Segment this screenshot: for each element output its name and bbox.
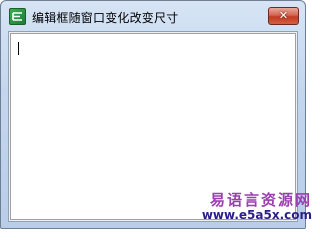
text-caret: [18, 42, 19, 55]
app-icon[interactable]: [9, 8, 26, 25]
title-bar[interactable]: 编辑框随窗口变化改变尺寸 ✕: [1, 1, 305, 31]
watermark-site-url: www.e5a5x.com: [201, 208, 312, 222]
close-icon: ✕: [278, 9, 289, 22]
close-button[interactable]: ✕: [268, 7, 299, 25]
watermark-site-name: 易语言资源网: [209, 191, 312, 209]
window-title: 编辑框随窗口变化改变尺寸: [32, 11, 179, 25]
site-watermark: 易语言资源网 www.e5a5x.com: [202, 192, 312, 222]
